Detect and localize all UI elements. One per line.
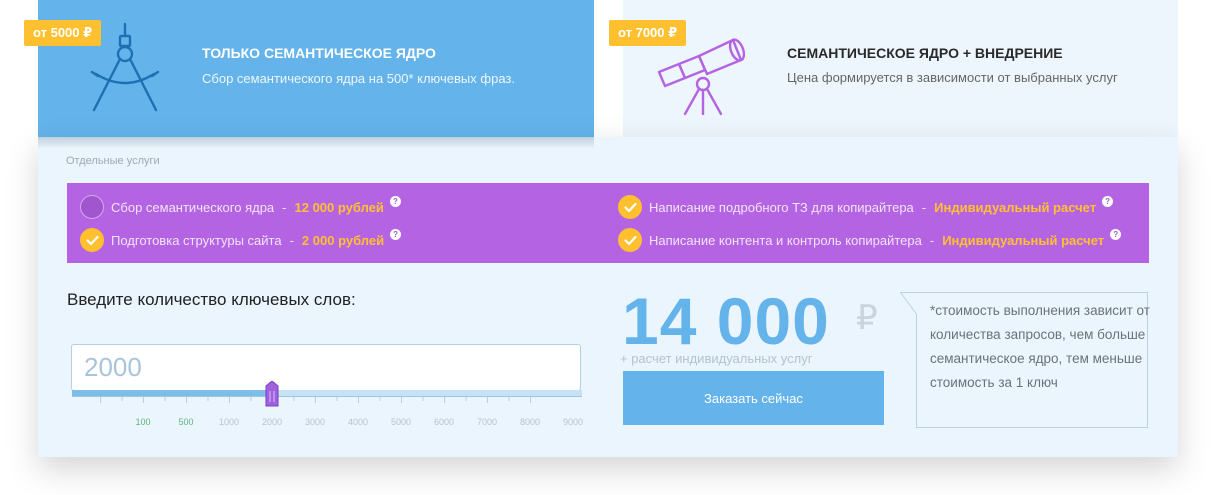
slider-label: 1000 (218, 417, 240, 427)
slider-label: 4000 (347, 417, 369, 427)
slider-handle[interactable] (265, 381, 279, 407)
plan-price-badge: от 7000 ₽ (609, 20, 687, 46)
panel-shade (38, 137, 594, 149)
plan-title: СЕМАНТИЧЕСКОЕ ЯДРО + ВНЕДРЕНИЕ (787, 45, 1063, 61)
total-price: 14 000 ₽ (622, 283, 878, 359)
slider-fill (72, 390, 272, 396)
service-price: 2 000 рублей (301, 232, 385, 248)
order-now-button[interactable]: Заказать сейчас (623, 371, 884, 425)
services-list: Сбор семантического ядра - 12 000 рублей… (67, 183, 1149, 263)
service-price: Индивидуальный расчет (942, 232, 1105, 248)
section-label: Отдельные услуги (66, 155, 160, 167)
checkbox-checked[interactable] (80, 228, 104, 252)
checkmark-icon (623, 202, 637, 212)
service-price: 12 000 рублей (294, 199, 384, 215)
calculator-panel: Отдельные услуги Сбор семантического ядр… (38, 137, 1178, 457)
service-separator: - (921, 199, 927, 215)
slider-label: 6000 (433, 417, 455, 427)
plan-card-semantic-core-implementation[interactable]: СЕМАНТИЧЕСКОЕ ЯДРО + ВНЕДРЕНИЕ Цена форм… (623, 0, 1178, 137)
keywords-slider-track[interactable] (72, 390, 582, 397)
service-item[interactable]: Написание подробного ТЗ для копирайтера … (618, 194, 1114, 220)
keywords-label: Введите количество ключевых слов: (67, 290, 356, 309)
checkmark-icon (85, 235, 99, 245)
service-separator: - (929, 232, 935, 248)
slider-label: 2000 (261, 417, 283, 427)
total-amount: 14 000 (622, 284, 830, 358)
plan-description: Сбор семантического ядра на 500* ключевы… (202, 71, 515, 86)
slider-label: 7000 (476, 417, 498, 427)
help-icon[interactable]: ? (1102, 195, 1114, 207)
service-price: Индивидуальный расчет (934, 199, 1097, 215)
slider-label: 500 (178, 417, 194, 427)
service-name: Сбор семантического ядра (111, 199, 275, 215)
keywords-input[interactable] (71, 344, 581, 391)
plan-description: Цена формируется в зависимости от выбран… (787, 70, 1118, 85)
slider-label: 9000 (562, 417, 584, 427)
service-item[interactable]: Подготовка структуры сайта - 2 000 рубле… (80, 227, 402, 253)
slider-label: 100 (135, 417, 151, 427)
help-icon[interactable]: ? (390, 228, 402, 240)
currency-sign: ₽ (856, 299, 878, 337)
checkbox-checked[interactable] (618, 195, 642, 219)
help-icon[interactable]: ? (389, 195, 401, 207)
help-icon[interactable]: ? (1110, 228, 1122, 240)
service-name: Подготовка структуры сайта (111, 232, 282, 248)
service-separator: - (282, 199, 287, 215)
service-separator: - (289, 232, 294, 248)
plan-price-badge: от 5000 ₽ (24, 20, 102, 46)
service-item[interactable]: Написание контента и контроль копирайтер… (618, 227, 1122, 253)
service-name: Написание подробного ТЗ для копирайтера (649, 199, 914, 215)
checkmark-icon (623, 235, 637, 245)
checkbox-unchecked[interactable] (80, 195, 104, 219)
slider-label: 8000 (519, 417, 541, 427)
total-note: + расчет индивидуальных услуг (620, 351, 813, 366)
note-text: *стоимость выполнения зависит от количес… (930, 303, 1150, 390)
slider-label: 5000 (390, 417, 412, 427)
service-item[interactable]: Сбор семантического ядра - 12 000 рублей… (80, 194, 401, 220)
slider-label: 3000 (304, 417, 326, 427)
service-name: Написание контента и контроль копирайтер… (649, 232, 922, 248)
checkbox-checked[interactable] (618, 228, 642, 252)
plan-card-semantic-core[interactable]: ТОЛЬКО СЕМАНТИЧЕСКОЕ ЯДРО Сбор семантиче… (38, 0, 594, 137)
plan-title: ТОЛЬКО СЕМАНТИЧЕСКОЕ ЯДРО (202, 45, 436, 61)
